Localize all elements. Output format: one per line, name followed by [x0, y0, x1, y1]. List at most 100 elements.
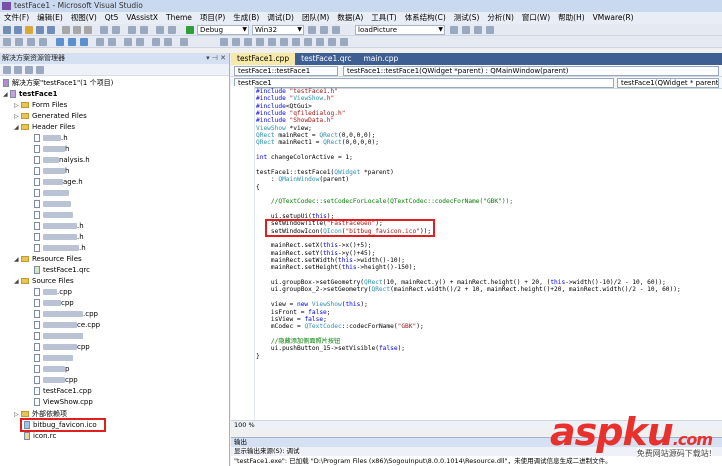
- copy-icon[interactable]: [73, 26, 81, 34]
- code-line[interactable]: //隐藏添加侧面照片按钮: [256, 338, 340, 345]
- menu-test[interactable]: 测试(S): [450, 12, 484, 24]
- menu-edit[interactable]: 编辑(E): [33, 12, 67, 24]
- step-over-icon[interactable]: [39, 38, 47, 46]
- new-project-icon[interactable]: [3, 26, 11, 34]
- tab-testface1-cpp[interactable]: testFace1.cpp: [231, 53, 296, 65]
- arrange-icon[interactable]: [220, 38, 228, 46]
- menu-theme[interactable]: Theme: [162, 12, 196, 24]
- pin-close-icon[interactable]: ▾ ⊣ ✕: [206, 53, 226, 64]
- arrange-icon[interactable]: [316, 38, 324, 46]
- code-line[interactable]: : QMainWindow(parent): [256, 176, 349, 183]
- redo-icon[interactable]: [112, 26, 120, 34]
- menu-architecture[interactable]: 体系结构(C): [401, 12, 450, 24]
- code-line[interactable]: mainRect.setWidth(this->width()-10);: [256, 257, 405, 264]
- code-line[interactable]: testFace1::testFace1(QWidget *parent): [256, 169, 394, 176]
- qt-icon[interactable]: [56, 38, 64, 46]
- comment-icon[interactable]: [156, 26, 164, 34]
- code-line[interactable]: #include "ShowData.h": [256, 117, 334, 124]
- folder-resource-files[interactable]: ◢ Resource Files: [14, 254, 82, 265]
- tree-file-item[interactable]: nalysis.h: [34, 155, 90, 166]
- menu-team[interactable]: 团队(M): [298, 12, 333, 24]
- tree-file-item[interactable]: .h: [34, 243, 86, 254]
- menu-view[interactable]: 视图(V): [67, 12, 101, 24]
- qt-designer-icon[interactable]: [68, 38, 76, 46]
- collapse-arrow-icon[interactable]: ◢: [3, 89, 10, 100]
- menu-file[interactable]: 文件(F): [0, 12, 33, 24]
- arrange-icon[interactable]: [340, 38, 348, 46]
- menu-project[interactable]: 项目(P): [196, 12, 229, 24]
- indent-icon[interactable]: [152, 38, 160, 46]
- code-line[interactable]: ViewShow *view;: [256, 125, 312, 132]
- code-line[interactable]: #include "ViewShow.h": [256, 95, 334, 102]
- code-line[interactable]: isView = false;: [256, 316, 327, 323]
- code-line[interactable]: QRect mainRect = QRect(0,0,0,0);: [256, 132, 375, 139]
- menu-help[interactable]: 帮助(H): [554, 12, 589, 24]
- properties-icon[interactable]: [462, 26, 470, 34]
- start-debugging-icon[interactable]: [186, 26, 194, 34]
- tree-file-item[interactable]: .cpp: [34, 309, 98, 320]
- outdent-icon[interactable]: [164, 38, 172, 46]
- refresh-icon[interactable]: [25, 66, 33, 74]
- menu-vassistx[interactable]: VAssistX: [122, 12, 162, 24]
- menu-tools[interactable]: 工具(T): [367, 12, 400, 24]
- qt-linguist-icon[interactable]: [80, 38, 88, 46]
- debug-icon[interactable]: [3, 38, 11, 46]
- tree-file-item[interactable]: ViewShow.cpp: [34, 397, 93, 408]
- uncomment-icon[interactable]: [168, 26, 176, 34]
- tree-file-item[interactable]: .h: [34, 133, 68, 144]
- open-folder-icon[interactable]: [25, 26, 33, 34]
- menu-build[interactable]: 生成(B): [229, 12, 263, 24]
- folder-header-files[interactable]: ◢ Header Files: [14, 122, 75, 133]
- code-line[interactable]: #include<QtGui>: [256, 103, 312, 110]
- code-line[interactable]: mCodec = QTextCodec::codecForName("GBK")…: [256, 323, 424, 330]
- arrange-icon[interactable]: [244, 38, 252, 46]
- scope-right-select[interactable]: testFace1::testFace1(QWidget *parent) : …: [343, 66, 719, 76]
- tab-testface1-qrc[interactable]: testFace1.qrc: [295, 53, 357, 65]
- tree-file-item[interactable]: .h: [34, 221, 84, 232]
- arrange-icon[interactable]: [328, 38, 336, 46]
- menu-data[interactable]: 数据(A): [333, 12, 367, 24]
- platform-select[interactable]: Win32 ▼: [252, 25, 304, 35]
- cut-icon[interactable]: [62, 26, 70, 34]
- undo-icon[interactable]: [100, 26, 108, 34]
- tree-file-item[interactable]: p: [34, 364, 69, 375]
- collapse-arrow-icon[interactable]: ◢: [14, 276, 21, 287]
- find-in-files-icon[interactable]: [320, 26, 328, 34]
- menu-analyze[interactable]: 分析(N): [483, 12, 517, 24]
- tree-file-item[interactable]: cpp: [34, 375, 78, 386]
- breakpoint-icon[interactable]: [15, 38, 23, 46]
- code-line[interactable]: isFront = false;: [256, 309, 331, 316]
- collapse-arrow-icon[interactable]: ◢: [14, 122, 21, 133]
- step-icon[interactable]: [27, 38, 35, 46]
- tree-file-item[interactable]: .h: [34, 232, 84, 243]
- show-all-files-icon[interactable]: [14, 66, 22, 74]
- tree-file-item[interactable]: cpp: [34, 342, 90, 353]
- view-code-icon[interactable]: [36, 66, 44, 74]
- layout-icon[interactable]: [124, 38, 132, 46]
- expand-arrow-icon[interactable]: ▷: [14, 100, 21, 111]
- navigate-back-icon[interactable]: [128, 26, 136, 34]
- code-line[interactable]: view = new ViewShow(this);: [256, 301, 368, 308]
- code-line[interactable]: #include "qfiledialog.h": [256, 110, 345, 117]
- expand-arrow-icon[interactable]: ▷: [14, 111, 21, 122]
- find-icon[interactable]: [308, 26, 316, 34]
- tree-file-item[interactable]: [34, 188, 69, 199]
- tree-file-item[interactable]: [34, 210, 73, 221]
- align-icon[interactable]: [108, 38, 116, 46]
- arrange-icon[interactable]: [280, 38, 288, 46]
- menu-qt5[interactable]: Qt5: [101, 12, 123, 24]
- arrange-icon[interactable]: [268, 38, 276, 46]
- code-line[interactable]: mainRect.setY(this->y()+45);: [256, 250, 375, 257]
- code-line[interactable]: //QTextCodec::setCodecForLocale(QTextCod…: [256, 198, 513, 205]
- menu-vmware[interactable]: VMware(R): [589, 12, 638, 24]
- code-line[interactable]: #include "testFace1.h": [256, 88, 338, 95]
- zoom-icon[interactable]: [180, 38, 188, 46]
- tree-file-item[interactable]: .cpp: [34, 287, 72, 298]
- code-area[interactable]: #include "testFace1.h" #include "ViewShow…: [231, 86, 722, 421]
- navigate-forward-icon[interactable]: [140, 26, 148, 34]
- menu-debug[interactable]: 调试(D): [263, 12, 298, 24]
- code-line[interactable]: int changeColorActive = 1;: [256, 154, 353, 161]
- zoom-level[interactable]: 100 %: [234, 421, 255, 429]
- save-all-icon[interactable]: [47, 26, 55, 34]
- tree-file-item[interactable]: age.h: [34, 177, 83, 188]
